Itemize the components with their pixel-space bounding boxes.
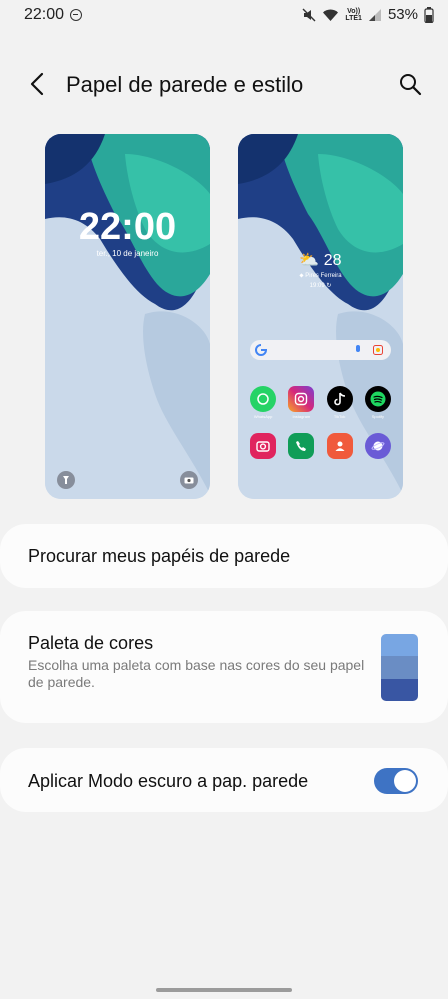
browse-wallpapers-card[interactable]: Procurar meus papéis de parede: [0, 524, 448, 588]
volte-indicator: Vo)) LTE1: [345, 7, 362, 22]
dark-mode-wallpaper-label: Aplicar Modo escuro a pap. parede: [28, 771, 309, 791]
lock-screen-preview[interactable]: 22:00 ter., 10 de janeiro: [45, 134, 210, 499]
phone-icon: [288, 433, 315, 459]
app-whatsapp: WhatsApp: [244, 386, 282, 419]
app-spotify: Spotify: [359, 386, 397, 419]
color-palette-description: Escolha uma paleta com base nas cores do…: [28, 657, 365, 690]
gesture-navigation-bar[interactable]: [156, 988, 292, 992]
color-palette-card[interactable]: Paleta de cores Escolha uma paleta com b…: [0, 611, 448, 723]
search-icon[interactable]: [398, 72, 422, 96]
app-instagram: Instagram: [282, 386, 320, 419]
wifi-icon: [323, 9, 339, 21]
toggle-knob: [394, 770, 416, 792]
dark-mode-toggle[interactable]: [374, 768, 418, 794]
app-contacts: [321, 433, 359, 459]
back-arrow-icon[interactable]: [26, 72, 50, 96]
app-phone: [282, 433, 320, 459]
tiktok-icon: [326, 386, 353, 412]
instagram-icon: [288, 386, 315, 412]
status-icons: Vo)) LTE1 53%: [302, 6, 434, 23]
app-header: Papel de parede e estilo: [0, 60, 448, 110]
camera-icon: [180, 471, 198, 489]
status-time: 22:00: [24, 6, 65, 23]
color-palette-title: Paleta de cores: [28, 633, 154, 653]
mic-icon: [356, 345, 360, 352]
weather-temperature: 28: [323, 252, 342, 269]
palette-swatch: [381, 634, 418, 701]
contacts-icon: [326, 433, 353, 459]
dark-mode-wallpaper-card[interactable]: Aplicar Modo escuro a pap. parede: [0, 748, 448, 812]
weather-time: 19:09: [309, 283, 325, 289]
camera-icon: [250, 433, 277, 459]
weather-icon: ⛅: [299, 252, 320, 269]
app-camera: [244, 433, 282, 459]
app-tiktok: TikTok: [321, 386, 359, 419]
wallpaper-image: [45, 134, 210, 499]
signal-icon: [368, 8, 381, 21]
lock-clock: 22:00: [78, 206, 177, 248]
google-search-bar: [250, 340, 391, 360]
weather-widget: ⛅ 28 ⬥ Pires Ferreira 19:09 ↻: [238, 250, 403, 289]
mute-icon: [302, 8, 316, 21]
refresh-icon: ↻: [326, 283, 332, 289]
battery-level: 53%: [387, 6, 418, 23]
google-icon: [255, 344, 267, 356]
do-not-disturb-icon: [70, 9, 82, 21]
browse-wallpapers-label: Procurar meus papéis de parede: [28, 546, 291, 566]
whatsapp-icon: [250, 386, 277, 412]
page-title: Papel de parede e estilo: [66, 72, 304, 97]
battery-icon: [424, 6, 434, 23]
location-icon: ⬥: [299, 273, 304, 279]
flashlight-icon: [57, 471, 75, 489]
app-internet: [359, 433, 397, 459]
lens-icon: [373, 345, 383, 355]
status-bar: 22:00 Vo)) LTE1 53%: [0, 0, 448, 32]
internet-icon: [364, 433, 391, 459]
home-screen-preview[interactable]: ⛅ 28 ⬥ Pires Ferreira 19:09 ↻ WhatsApp I…: [238, 134, 403, 499]
app-grid: WhatsApp Instagram TikTok Spotify: [244, 386, 397, 459]
spotify-icon: [364, 386, 391, 412]
lock-date: ter., 10 de janeiro: [96, 249, 159, 258]
weather-location: Pires Ferreira: [305, 273, 342, 279]
